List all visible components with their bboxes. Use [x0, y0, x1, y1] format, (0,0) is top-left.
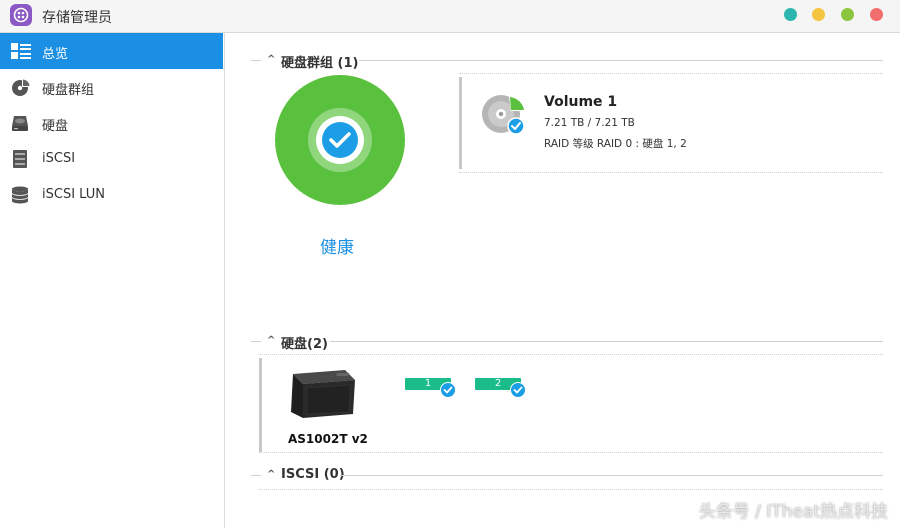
- section-title: 硬盘(2): [281, 337, 328, 352]
- iscsi-lun-icon: [11, 186, 29, 204]
- sidebar-item-label: iSCSI: [42, 151, 76, 166]
- divider: [259, 354, 883, 355]
- sidebar-item-label: 硬盘群组: [42, 83, 95, 98]
- volume-raid-info: RAID 等级 RAID 0 : 硬盘 1, 2: [544, 138, 687, 150]
- health-status-chart: [275, 75, 405, 205]
- storage-manager-icon: [10, 4, 32, 26]
- divider: [259, 452, 883, 453]
- volume-item[interactable]: [481, 93, 527, 137]
- sidebar-item-label: 硬盘: [42, 119, 69, 134]
- sidebar-item-volume-group[interactable]: 硬盘群组: [0, 69, 223, 105]
- teal-button[interactable]: [784, 8, 797, 21]
- divider: [459, 73, 883, 74]
- check-circle-icon: [322, 122, 358, 158]
- health-status-label: 健康: [320, 238, 354, 258]
- sidebar-item-label: iSCSI LUN: [42, 187, 105, 202]
- divider: [259, 489, 883, 490]
- watermark: 头条号 / ITheat热点科技: [698, 502, 888, 522]
- divider: [251, 341, 261, 342]
- divider: [340, 475, 883, 476]
- check-circle-icon: [440, 382, 456, 398]
- disk-icon: [12, 116, 28, 131]
- title-bar: 存储管理员: [0, 0, 900, 33]
- volume-disk-icon: [482, 95, 525, 135]
- iscsi-icon: [13, 150, 27, 168]
- window-title: 存储管理员: [42, 10, 112, 26]
- card-left-bar: [259, 358, 262, 452]
- disk-slot-label: 1: [424, 378, 432, 389]
- nas-device-image: [291, 370, 355, 418]
- volume-group-icon: [12, 79, 30, 96]
- section-title: 硬盘群组 (1): [281, 56, 359, 71]
- overview-icon: [11, 43, 31, 59]
- red-button[interactable]: [870, 8, 883, 21]
- divider: [251, 475, 261, 476]
- check-circle-icon: [510, 382, 526, 398]
- sidebar: 总览 硬盘群组 硬盘 iSCSI iSCSI LUN: [0, 33, 225, 528]
- divider: [359, 60, 883, 61]
- volume-name[interactable]: Volume 1: [544, 94, 617, 110]
- yellow-button[interactable]: [812, 8, 825, 21]
- sidebar-item-overview[interactable]: 总览: [0, 33, 223, 69]
- chevron-up-icon: ^: [267, 335, 276, 346]
- disk-slot-label: 2: [494, 378, 502, 389]
- device-name: AS1002T v2: [288, 432, 368, 446]
- divider: [330, 341, 883, 342]
- volume-capacity: 7.21 TB / 7.21 TB: [544, 117, 635, 129]
- sidebar-item-disk[interactable]: 硬盘: [0, 105, 223, 141]
- chevron-up-icon: ^: [267, 54, 276, 65]
- main-content: ^ 硬盘群组 (1) 健康 Volume 1 7.21 TB / 7.21 TB…: [225, 33, 900, 528]
- green-button[interactable]: [841, 8, 854, 21]
- sidebar-item-label: 总览: [42, 47, 69, 62]
- chevron-up-icon: ^: [267, 469, 276, 480]
- sidebar-item-iscsi-lun[interactable]: iSCSI LUN: [0, 177, 223, 213]
- divider: [459, 172, 883, 173]
- sidebar-item-iscsi[interactable]: iSCSI: [0, 141, 223, 177]
- section-title: ISCSI (0): [281, 467, 345, 482]
- card-left-bar: [459, 77, 462, 169]
- divider: [251, 60, 261, 61]
